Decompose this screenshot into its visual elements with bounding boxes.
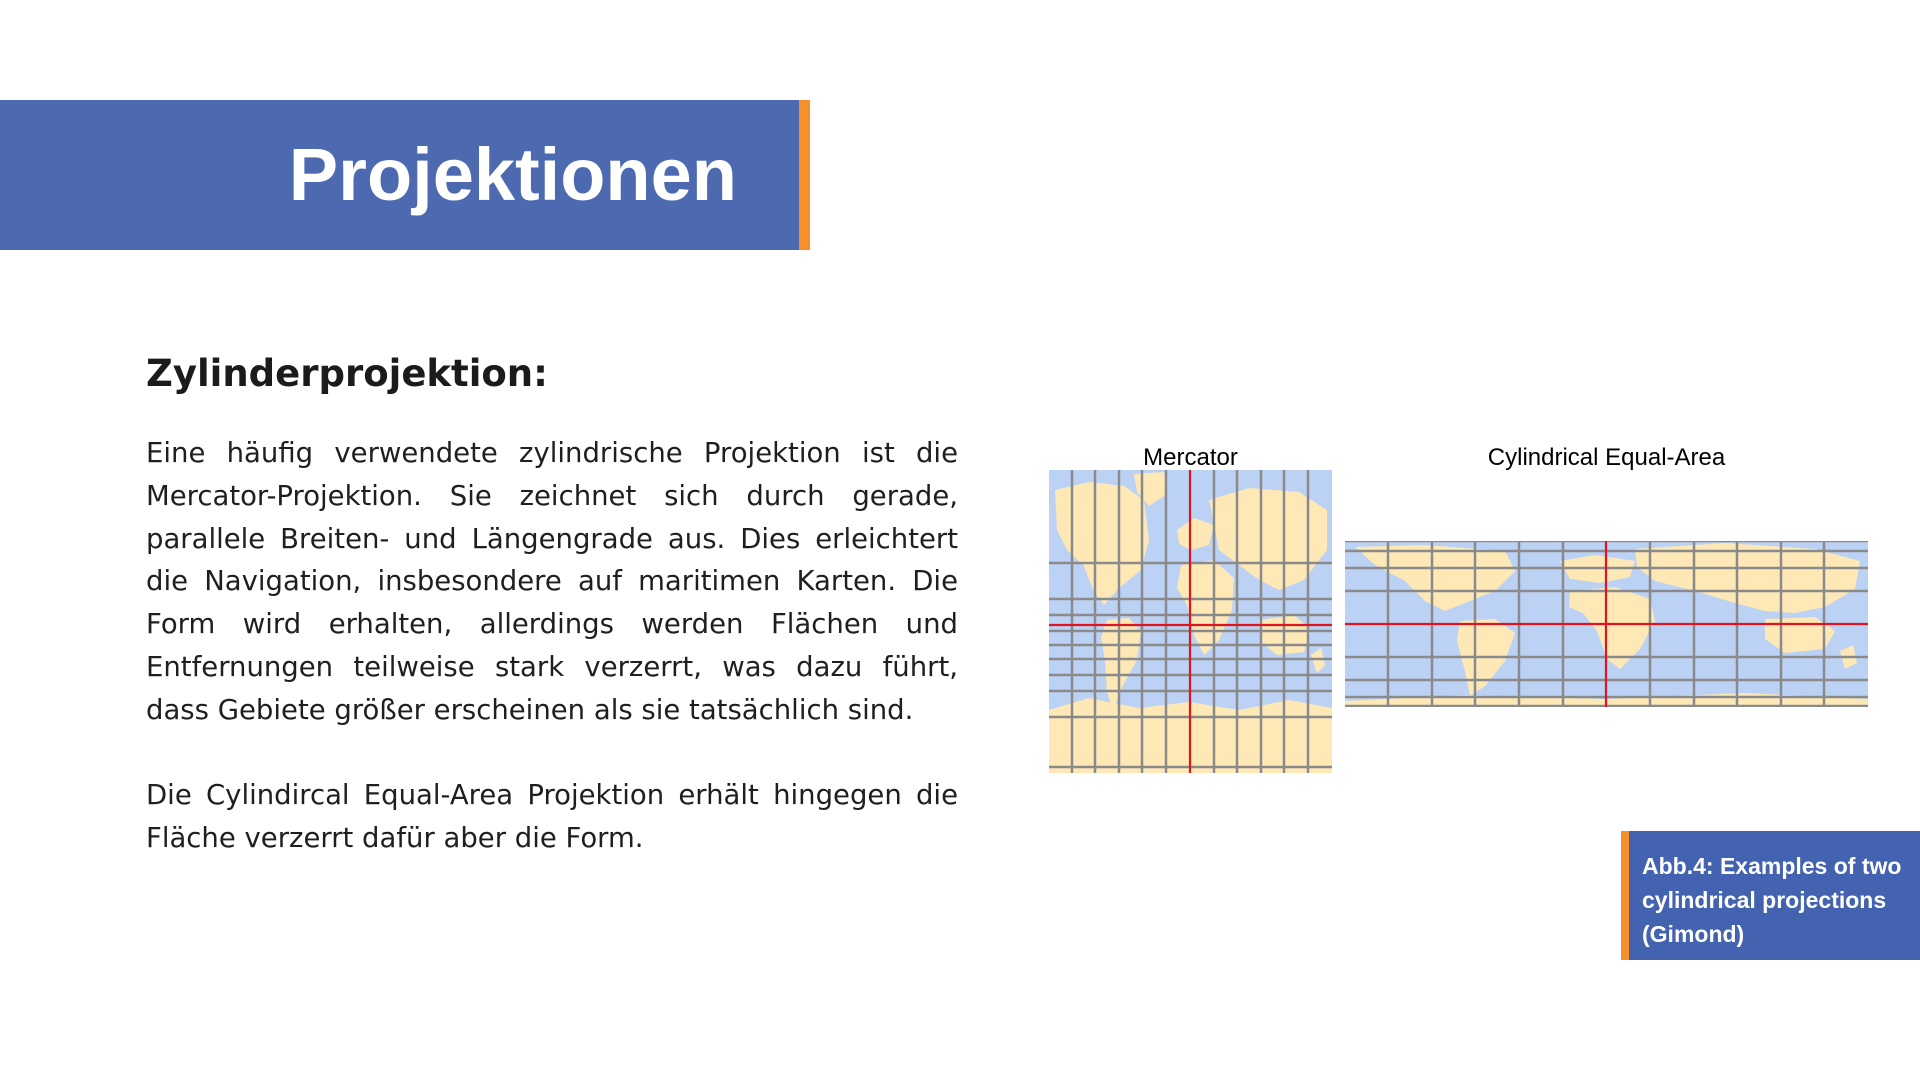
- mercator-map: [1049, 470, 1332, 773]
- paragraph-equal-area: Die Cylindircal Equal-Area Projektion er…: [146, 779, 958, 855]
- figure-caption: Abb.4: Examples of two cylindrical proje…: [1642, 853, 1902, 947]
- caption-accent-bar: [1621, 831, 1629, 960]
- map-label-mercator: Mercator: [1143, 444, 1238, 471]
- body-text: Eine häufig verwendete zylindrische Proj…: [146, 432, 958, 860]
- map-label-equal-area: Cylindrical Equal-Area: [1487, 444, 1726, 471]
- section-heading: Zylinderprojektion:: [146, 352, 548, 395]
- equal-area-map: [1345, 541, 1868, 707]
- title-banner: Projektionen: [0, 100, 799, 250]
- title-accent-bar: [799, 100, 810, 250]
- paragraph-mercator: Eine häufig verwendete zylindrische Proj…: [146, 437, 958, 726]
- page-title: Projektionen: [288, 133, 737, 216]
